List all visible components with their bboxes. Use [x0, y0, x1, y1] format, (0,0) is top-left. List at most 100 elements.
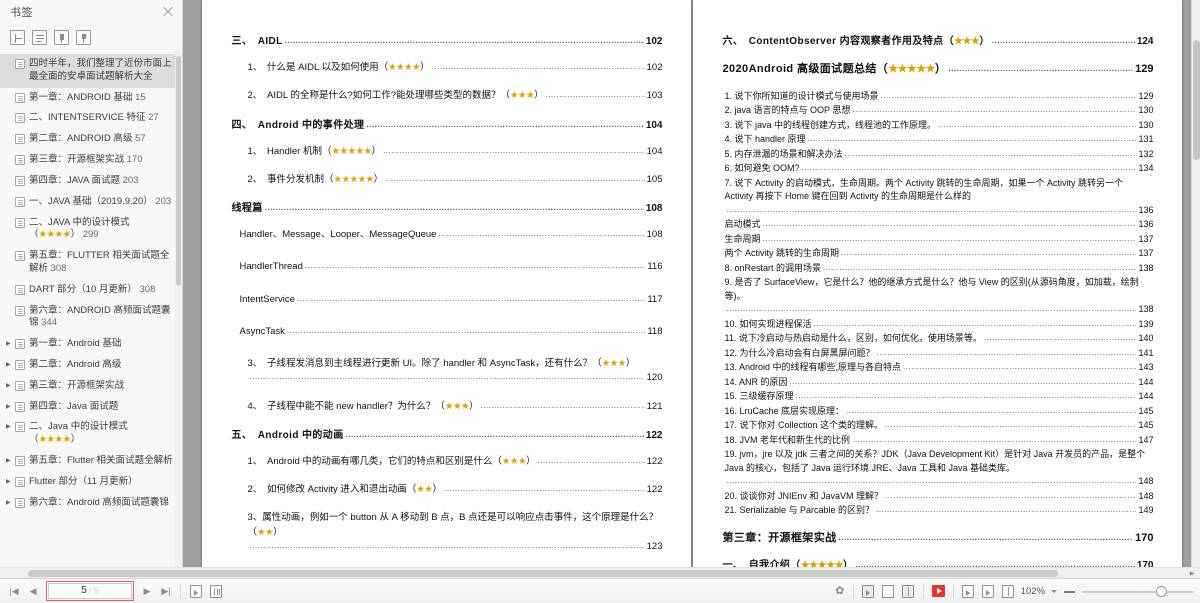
- snapshot-icon[interactable]: [980, 583, 997, 599]
- toc-entry[interactable]: 3、属性动画，例如一个 button 从 A 移动到 B 点，B 点还是可以响应…: [248, 511, 663, 554]
- toc-entry[interactable]: 线程篇.....................................…: [232, 201, 663, 216]
- bookmark-item[interactable]: ▶ 第一章：Android 基础: [0, 334, 182, 355]
- next-page-icon[interactable]: ▶: [139, 583, 155, 599]
- toc-entry[interactable]: IntentService...........................…: [240, 293, 663, 307]
- bookmark-list[interactable]: ▶四时半年，我们整理了近份市面上最全面的安卓面试题解析大全▶第一章：ANDROI…: [0, 50, 182, 567]
- toc-entry[interactable]: 14. ANR 的原因.............................…: [725, 376, 1154, 390]
- play-presentation-icon[interactable]: [930, 583, 947, 599]
- toc-entry[interactable]: 四、 Android 中的事件处理.......................…: [232, 118, 663, 133]
- bookmark-item[interactable]: ▶第六章：ANDROID 高频面试题囊锦 344: [0, 301, 182, 335]
- toc-entry[interactable]: 五、 Android 中的动画.........................…: [232, 428, 663, 443]
- toc-entry[interactable]: 3. 说下 java 中的线程创建方式，线程池的工作原理。...........…: [725, 119, 1154, 133]
- toc-entry[interactable]: 13. Android 中的线程有哪些,原理与各自特点.............…: [725, 361, 1154, 375]
- split-view-icon[interactable]: [1000, 583, 1017, 599]
- bookmark-item[interactable]: ▶ 第五章：Flutter 相关面试题全解析: [0, 451, 182, 472]
- expand-arrow-icon[interactable]: ▶: [6, 497, 15, 506]
- toc-entry[interactable]: 3、 子线程发消息到主线程进行更新 UI。除了 handler 和 AsyncT…: [248, 357, 663, 386]
- bookmark-item[interactable]: ▶第四章：JAVA 面试题 203: [0, 171, 182, 192]
- toc-entry[interactable]: 2、 AIDL 的全称是什么?如何工作?能处理哪些类型的数据？（★★★）....…: [248, 89, 663, 103]
- toc-entry[interactable]: 1、 Handler 机制（★★★★★）....................…: [248, 145, 663, 159]
- bookmark-item[interactable]: ▶第一章：ANDROID 基础 15: [0, 88, 182, 109]
- bookmark-item[interactable]: ▶二、JAVA 中的设计模式（★★★★） 299: [0, 213, 182, 247]
- toc-entry[interactable]: 1、 什么是 AIDL 以及如何使用（★★★★）................…: [248, 61, 663, 75]
- bookmark-item[interactable]: ▶ Flutter 部分（11 月更新）: [0, 472, 182, 493]
- toc-entry[interactable]: 1、 Android 中的动画有哪几类，它们的特点和区别是什么（★★★）....…: [248, 455, 663, 469]
- bookmark-item[interactable]: ▶第二章：ANDROID 高级 57: [0, 129, 182, 150]
- toc-entry[interactable]: 5. 内存泄漏的场景和解决办法.........................…: [725, 148, 1154, 162]
- expand-arrow-icon[interactable]: ▶: [6, 380, 15, 389]
- toc-entry[interactable]: 2、 如何修改 Activity 进入和退出动画（★★）............…: [248, 483, 663, 497]
- zoom-out-icon[interactable]: [1063, 585, 1076, 598]
- expand-arrow-icon[interactable]: ▶: [6, 421, 15, 430]
- toc-entry[interactable]: 9. 是否了 SurfaceView，它是什么？他的继承方式是什么？他与 Vie…: [725, 276, 1154, 317]
- toc-entry[interactable]: HandlerThread...........................…: [240, 260, 663, 274]
- expand-arrow-icon[interactable]: ▶: [6, 401, 15, 410]
- toc-entry[interactable]: 2. java 语言的特点与 OOP 思想...................…: [725, 104, 1154, 118]
- viewer-vscroll-thumb[interactable]: [1193, 40, 1200, 160]
- toc-entry[interactable]: 16. LruCache 底层实现原理：....................…: [725, 405, 1154, 419]
- expand-arrow-icon[interactable]: ▶: [6, 338, 15, 347]
- toc-entry[interactable]: 4、 子线程中能不能 new handler？为什么？（★★★）........…: [248, 400, 663, 414]
- bookmark-item[interactable]: ▶ 第三章：开源框架实战: [0, 376, 182, 397]
- toc-entry[interactable]: 15. 三级缓存原理..............................…: [725, 390, 1154, 404]
- hscroll-right-arrow[interactable]: ▶: [1188, 570, 1196, 578]
- bookmark-item[interactable]: ▶二、INTENTSERVICE 特征 27: [0, 108, 182, 129]
- viewer-vertical-scrollbar[interactable]: [1191, 0, 1200, 567]
- zoom-slider-knob[interactable]: [1156, 585, 1167, 597]
- expand-arrow-icon[interactable]: ▶: [6, 455, 15, 464]
- page-number-input[interactable]: 5 / 5: [48, 583, 132, 599]
- toc-entry[interactable]: 1. 说下你所知道的设计模式与使用场景.....................…: [725, 90, 1154, 104]
- continuous-page-view-icon[interactable]: [880, 583, 897, 599]
- toc-entry[interactable]: 17. 说下你对 Collection 这个类的理解。.............…: [725, 419, 1154, 433]
- toc-entry[interactable]: 6. 如何避免 OOM?............................…: [725, 162, 1154, 176]
- close-icon[interactable]: [160, 4, 176, 20]
- bookmark-item[interactable]: ▶ 第六章：Android 高频面试题囊锦: [0, 493, 182, 514]
- prev-page-icon[interactable]: ◀: [25, 583, 41, 599]
- expand-all-icon[interactable]: [10, 29, 25, 45]
- bookmark-item[interactable]: ▶一、JAVA 基础（2019.9.20） 203: [0, 192, 182, 213]
- zoom-slider[interactable]: [1082, 585, 1194, 598]
- chevron-down-icon[interactable]: [1051, 589, 1057, 593]
- last-page-icon[interactable]: ▶|: [158, 583, 174, 599]
- toc-entry[interactable]: 18. JVM 老年代和新生代的比例......................…: [725, 434, 1154, 448]
- expand-arrow-icon[interactable]: ▶: [6, 359, 15, 368]
- viewer-hscroll-thumb[interactable]: [28, 570, 1058, 577]
- single-page-view-icon[interactable]: [860, 583, 877, 599]
- sidebar-scroll-thumb[interactable]: [176, 56, 181, 286]
- toc-entry[interactable]: 一、 自我介绍（★★★★★）..........................…: [723, 558, 1154, 567]
- toc-entry[interactable]: 4. 说下 handler 原理........................…: [725, 133, 1154, 147]
- zoom-level-value[interactable]: 102%: [1021, 586, 1045, 597]
- collapse-all-icon[interactable]: [32, 29, 47, 45]
- facing-page-view-icon[interactable]: [900, 583, 917, 599]
- toc-entry[interactable]: 六、 ContentObserver 内容观察者作用及特点（★★★）......…: [723, 34, 1154, 49]
- add-bookmark-icon[interactable]: [54, 29, 69, 45]
- toc-entry[interactable]: 两个 Activity 跳转的生命周期.....................…: [725, 247, 1154, 261]
- toc-entry[interactable]: 19. jvm，jre 以及 jdk 三者之间的关系？JDK（Java Deve…: [725, 448, 1154, 489]
- bookmark-item[interactable]: ▶DART 部分（10 月更新） 308: [0, 280, 182, 301]
- toc-entry[interactable]: 21. Serializable 与 Parcable 的区别？........…: [725, 504, 1154, 518]
- toc-entry[interactable]: 启动模式....................................…: [725, 218, 1154, 232]
- toc-entry[interactable]: 2020Android 高级面试题总结（★★★★★）..............…: [723, 61, 1154, 78]
- viewer-horizontal-scrollbar[interactable]: ◀ ▶: [0, 567, 1200, 578]
- bookmark-item[interactable]: ▶第三章：开源框架实战 170: [0, 150, 182, 171]
- expand-arrow-icon[interactable]: ▶: [6, 476, 15, 485]
- bookmark-item[interactable]: ▶第五章：FLUTTER 相关面试题全解析 308: [0, 246, 182, 280]
- page-number-box[interactable]: 5 / 5: [46, 581, 134, 601]
- edit-bookmark-icon[interactable]: [76, 29, 91, 45]
- fit-page-icon[interactable]: [187, 583, 204, 599]
- bookmark-item[interactable]: ▶ 二、Java 中的设计模式（★★★★）: [0, 417, 182, 451]
- toc-entry[interactable]: 生命周期....................................…: [725, 233, 1154, 247]
- bookmark-item[interactable]: ▶ 第四章：Java 面试题: [0, 397, 182, 418]
- star-icon[interactable]: ✿: [833, 584, 847, 598]
- sidebar-scrollbar[interactable]: [175, 50, 182, 567]
- bookmark-item[interactable]: ▶四时半年，我们整理了近份市面上最全面的安卓面试题解析大全: [0, 54, 182, 88]
- toc-entry[interactable]: AsyncTask...............................…: [240, 325, 663, 339]
- toc-entry[interactable]: 7. 说下 Activity 的启动模式，生命周期。两个 Activity 跳转…: [725, 177, 1154, 218]
- first-page-icon[interactable]: |◀: [6, 583, 22, 599]
- toc-entry[interactable]: 12. 为什么冷启动会有白屏黑屏问题？.....................…: [725, 347, 1154, 361]
- fit-width-icon[interactable]: [207, 583, 224, 599]
- toc-entry[interactable]: 10. 如何实现进程保活............................…: [725, 318, 1154, 332]
- bookmark-item[interactable]: ▶ 第二章：Android 高级: [0, 355, 182, 376]
- toc-entry[interactable]: 20. 谈谈你对 JNIEnv 和 JavaVM 理解？............…: [725, 490, 1154, 504]
- toc-entry[interactable]: 三、 AIDL.................................…: [232, 34, 663, 49]
